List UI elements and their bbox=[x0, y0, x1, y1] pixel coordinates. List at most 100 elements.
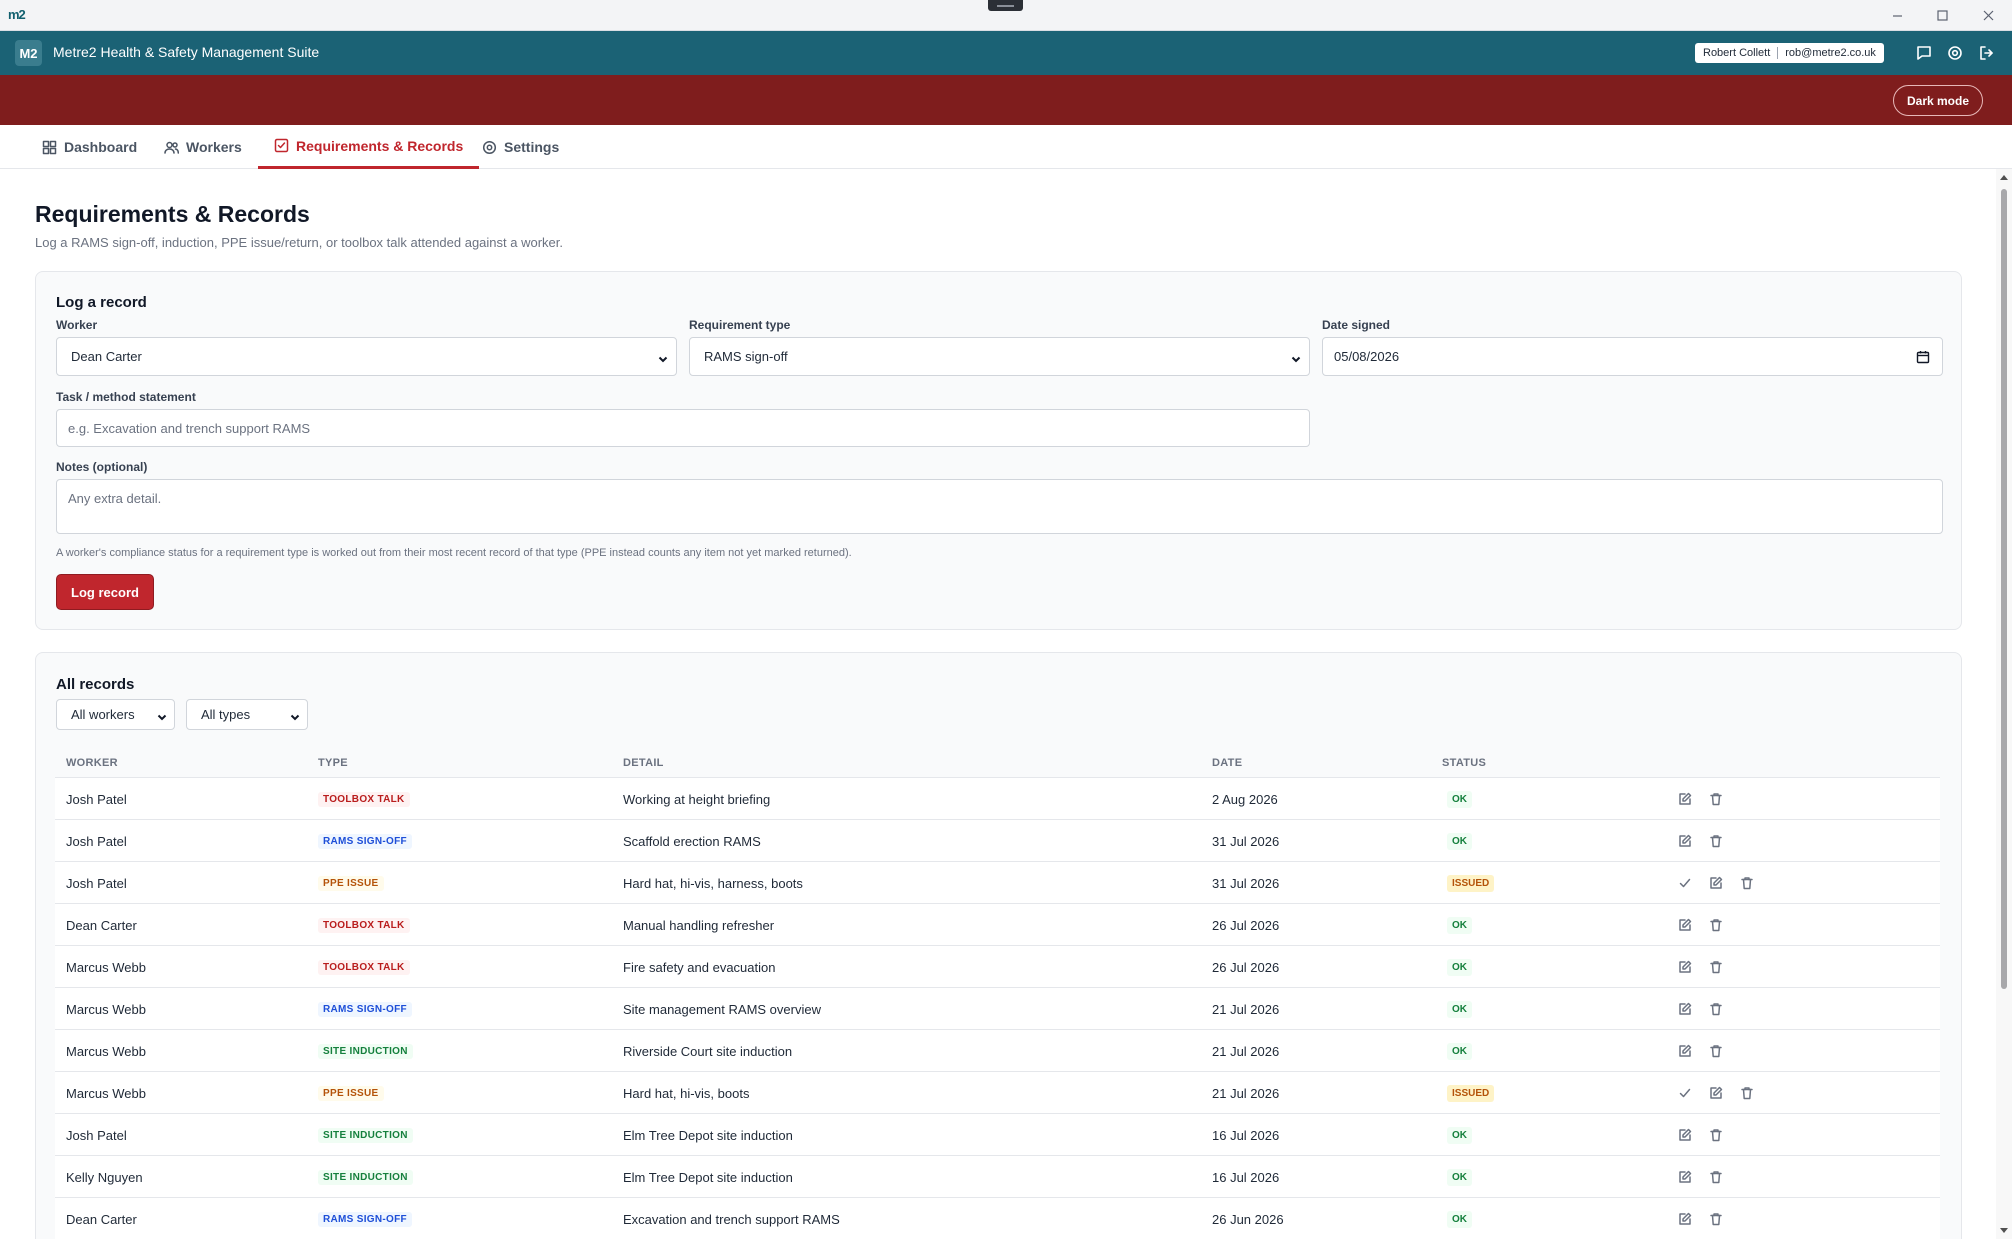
dark-mode-button[interactable]: Dark mode bbox=[1893, 85, 1983, 116]
app-title: Metre2 Health & Safety Management Suite bbox=[53, 44, 320, 60]
edit-icon[interactable] bbox=[1677, 1001, 1693, 1017]
logout-icon[interactable] bbox=[1976, 43, 1996, 63]
mark-returned-icon[interactable] bbox=[1677, 1085, 1693, 1101]
worker-filter-select[interactable]: All workers bbox=[56, 699, 175, 730]
status-badge: OK bbox=[1447, 832, 1472, 850]
row-detail: Hard hat, hi-vis, harness, boots bbox=[623, 875, 803, 891]
type-filter-select[interactable]: All types bbox=[186, 699, 308, 730]
row-detail: Riverside Court site induction bbox=[623, 1043, 793, 1059]
delete-icon[interactable] bbox=[1708, 917, 1724, 933]
delete-icon[interactable] bbox=[1708, 959, 1724, 975]
edit-icon[interactable] bbox=[1677, 1127, 1693, 1143]
worker-select[interactable]: Dean Carter bbox=[56, 337, 677, 376]
mark-returned-icon[interactable] bbox=[1677, 875, 1693, 891]
edit-icon[interactable] bbox=[1677, 917, 1693, 933]
column-header-worker[interactable]: WORKER bbox=[66, 757, 118, 769]
edit-icon[interactable] bbox=[1677, 959, 1693, 975]
table-row: Josh Patel RAMS SIGN-OFF Scaffold erection… bbox=[55, 819, 1940, 861]
compliance-hint: A worker's compliance status for a requi… bbox=[56, 547, 852, 559]
gear-icon[interactable] bbox=[1945, 43, 1965, 63]
user-pill[interactable]: Robert Collett rob@metre2.co.uk bbox=[1695, 43, 1884, 63]
row-date: 31 Jul 2026 bbox=[1212, 833, 1280, 849]
worker-filter-value: All workers bbox=[71, 707, 135, 722]
page-scrollbar[interactable] bbox=[1996, 169, 2012, 1239]
type-tag: SITE INDUCTION bbox=[318, 1127, 413, 1143]
task-label: Task / method statement bbox=[56, 390, 196, 404]
tab-requirements-label: Requirements & Records bbox=[296, 137, 464, 154]
delete-icon[interactable] bbox=[1739, 875, 1755, 891]
notes-placeholder: Any extra detail. bbox=[68, 491, 162, 506]
delete-icon[interactable] bbox=[1708, 1127, 1724, 1143]
edit-icon[interactable] bbox=[1677, 1043, 1693, 1059]
table-row: Marcus Webb TOOLBOX TALK Fire safety and e… bbox=[55, 945, 1940, 987]
edit-icon[interactable] bbox=[1708, 1085, 1724, 1101]
delete-icon[interactable] bbox=[1708, 833, 1724, 849]
row-detail: Site management RAMS overview bbox=[623, 1001, 821, 1017]
delete-icon[interactable] bbox=[1708, 1043, 1724, 1059]
scroll-up-icon[interactable] bbox=[1999, 173, 2009, 181]
row-date: 21 Jul 2026 bbox=[1212, 1043, 1280, 1059]
users-icon bbox=[164, 141, 179, 154]
worker-select-value: Dean Carter bbox=[71, 349, 142, 364]
log-record-card: Log a record Worker Dean Carter Requirem… bbox=[35, 271, 1962, 630]
delete-icon[interactable] bbox=[1708, 1001, 1724, 1017]
column-header-date[interactable]: DATE bbox=[1212, 757, 1242, 769]
table-row: Marcus Webb SITE INDUCTION Riverside Court… bbox=[55, 1029, 1940, 1071]
notes-textarea[interactable]: Any extra detail. bbox=[56, 479, 1943, 534]
tab-workers[interactable]: Workers bbox=[148, 125, 258, 169]
tab-requirements-records[interactable]: Requirements & Records bbox=[258, 125, 480, 169]
log-record-button[interactable]: Log record bbox=[56, 574, 154, 610]
log-record-heading: Log a record bbox=[56, 294, 147, 311]
type-tag: RAMS SIGN-OFF bbox=[318, 833, 412, 849]
status-badge: OK bbox=[1447, 1168, 1472, 1186]
edit-icon[interactable] bbox=[1677, 833, 1693, 849]
delete-icon[interactable] bbox=[1708, 1169, 1724, 1185]
chat-icon[interactable] bbox=[1914, 43, 1934, 63]
window-drag-handle[interactable] bbox=[988, 0, 1023, 11]
window-title-bar: m2 bbox=[0, 0, 2012, 31]
close-icon[interactable] bbox=[1978, 6, 1998, 24]
scrollbar-thumb[interactable] bbox=[2001, 189, 2007, 989]
row-worker: Josh Patel bbox=[66, 1127, 127, 1143]
column-header-detail[interactable]: DETAIL bbox=[623, 757, 664, 769]
task-input[interactable]: e.g. Excavation and trench support RAMS bbox=[56, 409, 1310, 447]
status-badge: OK bbox=[1447, 958, 1472, 976]
page-subtitle: Log a RAMS sign-off, induction, PPE issu… bbox=[35, 235, 563, 250]
minimize-icon[interactable] bbox=[1887, 6, 1907, 24]
maximize-icon[interactable] bbox=[1932, 6, 1952, 24]
row-detail: Manual handling refresher bbox=[623, 917, 775, 933]
main-tabs: Dashboard Workers Requirements & Records… bbox=[0, 125, 2012, 169]
table-row: Dean Carter TOOLBOX TALK Manual handling r… bbox=[55, 903, 1940, 945]
user-email: rob@metre2.co.uk bbox=[1785, 47, 1876, 59]
tab-settings[interactable]: Settings bbox=[466, 125, 575, 169]
edit-icon[interactable] bbox=[1677, 1211, 1693, 1227]
column-header-type[interactable]: TYPE bbox=[318, 757, 348, 769]
row-date: 26 Jul 2026 bbox=[1212, 917, 1280, 933]
status-badge: OK bbox=[1447, 916, 1472, 934]
row-worker: Dean Carter bbox=[66, 917, 137, 933]
delete-icon[interactable] bbox=[1708, 1211, 1724, 1227]
requirement-type-select[interactable]: RAMS sign-off bbox=[689, 337, 1310, 376]
type-tag: SITE INDUCTION bbox=[318, 1169, 413, 1185]
row-detail: Fire safety and evacuation bbox=[623, 959, 776, 975]
scroll-down-icon[interactable] bbox=[1999, 1227, 2009, 1235]
delete-icon[interactable] bbox=[1708, 791, 1724, 807]
column-header-status[interactable]: STATUS bbox=[1442, 757, 1486, 769]
date-signed-input[interactable]: 05/08/2026 bbox=[1322, 337, 1943, 376]
status-banner: Dark mode bbox=[0, 75, 2012, 125]
status-badge: OK bbox=[1447, 790, 1472, 808]
edit-icon[interactable] bbox=[1708, 875, 1724, 891]
row-worker: Marcus Webb bbox=[66, 1001, 146, 1017]
row-detail: Working at height briefing bbox=[623, 791, 771, 807]
row-detail: Hard hat, hi-vis, boots bbox=[623, 1085, 750, 1101]
calendar-icon[interactable] bbox=[1916, 350, 1930, 364]
edit-icon[interactable] bbox=[1677, 1169, 1693, 1185]
delete-icon[interactable] bbox=[1739, 1085, 1755, 1101]
edit-icon[interactable] bbox=[1677, 791, 1693, 807]
row-worker: Marcus Webb bbox=[66, 1085, 146, 1101]
chevron-down-icon bbox=[1291, 352, 1301, 362]
table-row: Josh Patel SITE INDUCTION Elm Tree Depot s… bbox=[55, 1113, 1940, 1155]
type-tag: SITE INDUCTION bbox=[318, 1043, 413, 1059]
tab-dashboard[interactable]: Dashboard bbox=[26, 125, 153, 169]
type-tag: PPE ISSUE bbox=[318, 875, 384, 891]
